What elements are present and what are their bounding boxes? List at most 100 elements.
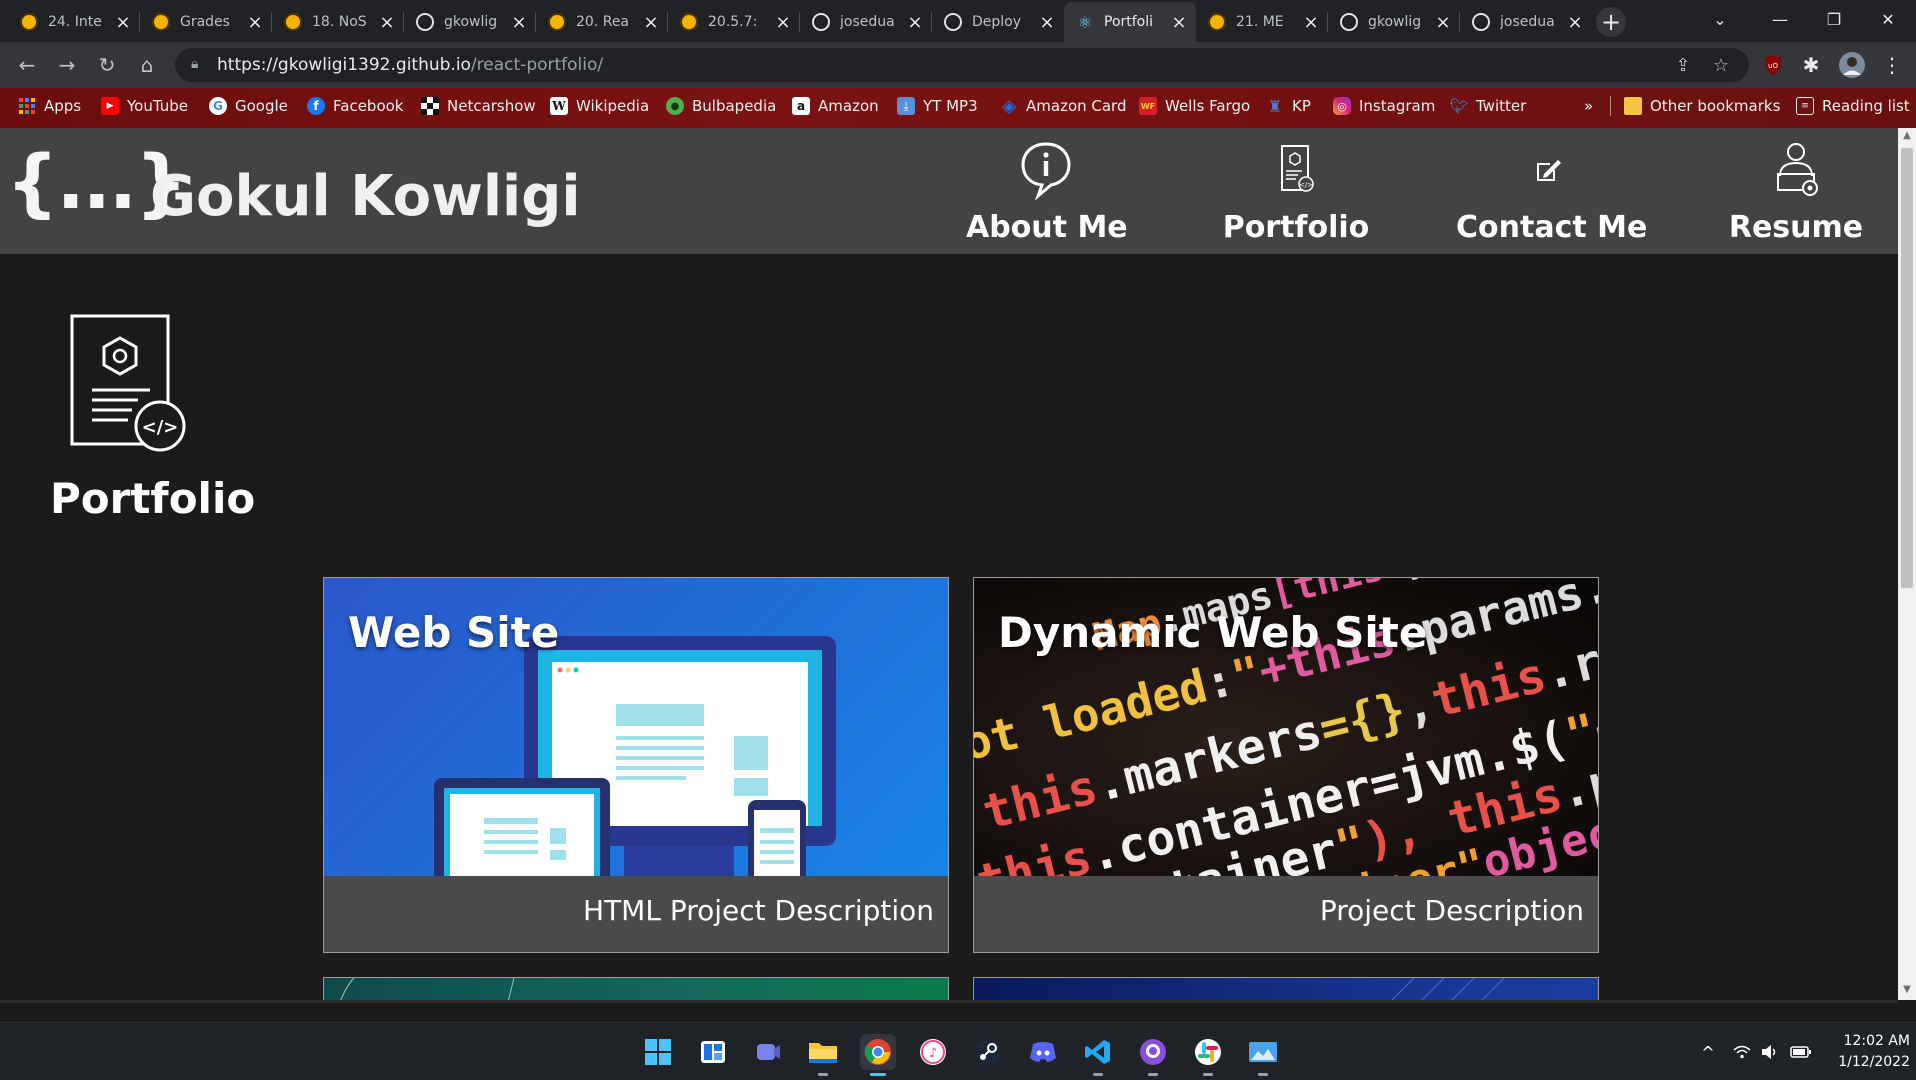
nav-about-me[interactable]: About Me bbox=[966, 128, 1128, 254]
close-icon[interactable]: × bbox=[906, 12, 924, 33]
vertical-scrollbar[interactable]: ▲ ▼ bbox=[1898, 128, 1916, 1000]
close-icon[interactable]: × bbox=[642, 12, 660, 33]
close-icon[interactable]: × bbox=[1038, 12, 1056, 33]
reading-list-button[interactable]: ≡ Reading list bbox=[1796, 88, 1910, 124]
nav-resume[interactable]: Resume bbox=[1716, 128, 1876, 254]
github-desktop-icon[interactable] bbox=[1135, 1034, 1171, 1076]
photos-icon[interactable] bbox=[1245, 1034, 1281, 1076]
address-bar[interactable]: 🔒︎ https://gkowligi1392.github.io/react-… bbox=[175, 48, 1749, 82]
tab-search-icon[interactable]: ⌄ bbox=[1692, 0, 1748, 38]
slack-icon[interactable] bbox=[1190, 1034, 1226, 1076]
reload-button[interactable]: ↻ bbox=[92, 50, 122, 80]
site-title[interactable]: Gokul Kowligi bbox=[150, 164, 581, 229]
nav-contact-me[interactable]: Contact Me bbox=[1456, 128, 1647, 254]
vscode-icon[interactable] bbox=[1080, 1034, 1116, 1076]
lock-icon[interactable]: 🔒︎ bbox=[191, 56, 209, 74]
discord-icon[interactable] bbox=[1025, 1034, 1061, 1070]
close-icon[interactable]: × bbox=[510, 12, 528, 33]
close-icon[interactable]: × bbox=[774, 12, 792, 33]
tab-title: 21. ME bbox=[1236, 14, 1284, 30]
widgets-icon[interactable] bbox=[695, 1034, 731, 1070]
bookmark-star-icon[interactable]: ☆ bbox=[1709, 53, 1733, 77]
bookmark-twitter[interactable]: 🐦︎ Twitter bbox=[1449, 88, 1526, 124]
tab-title: Grades bbox=[180, 14, 230, 30]
tab-7[interactable]: Deploy × bbox=[932, 2, 1064, 42]
close-window-button[interactable]: ✕ bbox=[1860, 0, 1916, 38]
profile-avatar[interactable] bbox=[1838, 51, 1866, 79]
scroll-up-arrow[interactable]: ▲ bbox=[1898, 130, 1916, 141]
tray-overflow-icon[interactable]: ^ bbox=[1694, 1023, 1722, 1080]
close-icon[interactable]: × bbox=[1434, 12, 1452, 33]
close-icon[interactable]: × bbox=[378, 12, 396, 33]
tab-9[interactable]: 21. ME × bbox=[1196, 2, 1328, 42]
restore-button[interactable]: ❐ bbox=[1806, 0, 1862, 38]
tab-11[interactable]: josedua × bbox=[1460, 2, 1592, 42]
bookmark-youtube[interactable]: ▶ YouTube bbox=[101, 88, 188, 124]
steam-icon[interactable] bbox=[970, 1034, 1006, 1070]
teams-chat-icon[interactable] bbox=[750, 1034, 786, 1070]
bookmark-bulbapedia[interactable]: ● Bulbapedia bbox=[666, 88, 776, 124]
bookmark-wells-fargo[interactable]: WF Wells Fargo bbox=[1139, 88, 1250, 124]
card-description: Project Description bbox=[1319, 894, 1584, 927]
bookmark-yt-mp3[interactable]: ⤓ YT MP3 bbox=[897, 88, 978, 124]
close-icon[interactable]: × bbox=[1302, 12, 1320, 33]
bookmark-label: Netcarshow bbox=[447, 97, 536, 115]
vertical-scroll-thumb[interactable] bbox=[1901, 148, 1913, 588]
back-button[interactable]: ← bbox=[12, 50, 42, 80]
wifi-icon[interactable] bbox=[1728, 1023, 1756, 1080]
bookmark-amazon-card[interactable]: ◈ Amazon Card bbox=[1000, 88, 1126, 124]
itunes-icon[interactable]: ♪ bbox=[915, 1034, 951, 1070]
tab-5[interactable]: 20.5.7: × bbox=[668, 2, 800, 42]
close-icon[interactable]: × bbox=[1170, 12, 1188, 33]
home-button[interactable]: ⌂ bbox=[132, 50, 162, 80]
new-tab-button[interactable]: + bbox=[1596, 7, 1626, 37]
scroll-down-arrow[interactable]: ▼ bbox=[1898, 984, 1916, 995]
project-card-web-site[interactable]: Web Site HTML Project Description bbox=[323, 577, 949, 953]
tab-1[interactable]: Grades × bbox=[140, 2, 272, 42]
bookmark-netcarshow[interactable]: Netcarshow bbox=[421, 88, 536, 124]
project-card-dynamic-web-site[interactable]: Map.maps[this.par ot loaded:"+this.param… bbox=[973, 577, 1599, 953]
nav-portfolio[interactable]: </> Portfolio bbox=[1216, 128, 1376, 254]
tab-8-active[interactable]: ⚛ Portfoli × bbox=[1064, 2, 1196, 42]
forward-button[interactable]: → bbox=[52, 50, 82, 80]
running-indicator bbox=[1148, 1073, 1158, 1076]
svg-text:</>: </> bbox=[1299, 181, 1313, 189]
bookmark-amazon[interactable]: a Amazon bbox=[792, 88, 879, 124]
file-explorer-icon[interactable] bbox=[805, 1034, 841, 1076]
more-bookmarks-button[interactable]: » bbox=[1584, 88, 1593, 124]
bookmark-google[interactable]: G Google bbox=[209, 88, 288, 124]
nav-label: About Me bbox=[966, 210, 1128, 245]
ublock-icon[interactable]: uO bbox=[1759, 51, 1787, 79]
extensions-puzzle-icon[interactable]: ✱ bbox=[1797, 51, 1825, 79]
tab-title: gkowlig bbox=[1368, 14, 1422, 30]
tab-10[interactable]: gkowlig × bbox=[1328, 2, 1460, 42]
windows-start-icon[interactable] bbox=[640, 1034, 676, 1070]
horizontal-scrollbar[interactable]: ◀ ▶ bbox=[0, 1000, 1898, 1003]
github-icon bbox=[812, 13, 830, 31]
minimize-button[interactable]: — bbox=[1752, 0, 1808, 38]
tab-3[interactable]: gkowlig × bbox=[404, 2, 536, 42]
chrome-icon[interactable] bbox=[860, 1034, 896, 1076]
volume-icon[interactable] bbox=[1756, 1023, 1784, 1080]
bookmark-instagram[interactable]: ◎ Instagram bbox=[1333, 88, 1435, 124]
url-text[interactable]: https://gkowligi1392.github.io/react-por… bbox=[217, 55, 603, 75]
system-clock[interactable]: 12:02 AM 1/12/2022 bbox=[1826, 1031, 1910, 1073]
bookmark-other[interactable]: Other bookmarks bbox=[1624, 88, 1780, 124]
close-icon[interactable]: × bbox=[1566, 12, 1584, 33]
battery-icon[interactable] bbox=[1786, 1023, 1816, 1080]
close-icon[interactable]: × bbox=[114, 12, 132, 33]
tab-title: 24. Inte bbox=[48, 14, 102, 30]
bookmark-apps[interactable]: Apps bbox=[18, 88, 81, 124]
bookmark-kp[interactable]: ♜ KP bbox=[1266, 88, 1311, 124]
close-icon[interactable]: × bbox=[246, 12, 264, 33]
share-icon[interactable]: ⇪ bbox=[1671, 53, 1695, 77]
tab-0[interactable]: 24. Inte × bbox=[8, 2, 140, 42]
bookmark-wikipedia[interactable]: W Wikipedia bbox=[550, 88, 649, 124]
bookmark-facebook[interactable]: f Facebook bbox=[307, 88, 403, 124]
tab-title: 20. Rea bbox=[576, 14, 630, 30]
react-icon: ⚛ bbox=[1077, 12, 1093, 32]
tab-4[interactable]: 20. Rea × bbox=[536, 2, 668, 42]
menu-kebab-icon[interactable]: ⋮ bbox=[1878, 51, 1906, 79]
tab-6[interactable]: josedua × bbox=[800, 2, 932, 42]
tab-2[interactable]: 18. NoS × bbox=[272, 2, 404, 42]
